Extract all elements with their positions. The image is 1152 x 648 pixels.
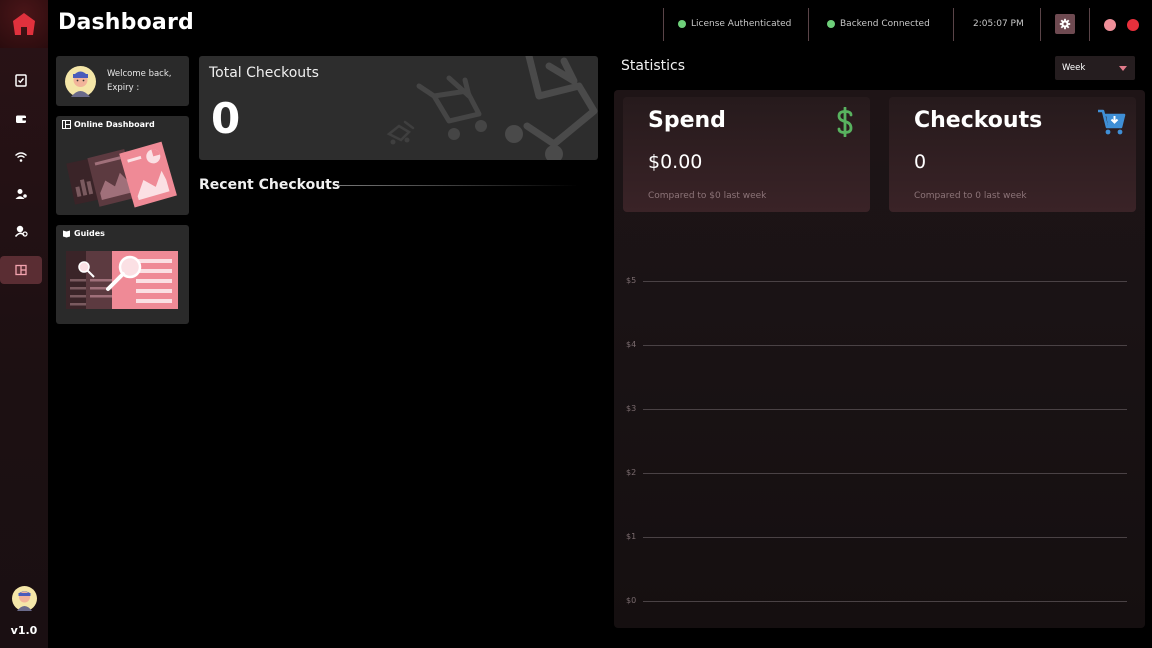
spend-card: Spend $0.00 Compared to $0 last week <box>623 97 870 212</box>
magnifier-document-icon <box>66 251 178 309</box>
sidebar-item-proxies[interactable] <box>0 143 42 171</box>
clock: 2:05:07 PM <box>973 19 1024 29</box>
total-checkouts-card: Total Checkouts 0 <box>199 56 598 160</box>
dollar-icon <box>837 107 853 137</box>
license-status: License Authenticated <box>678 19 791 29</box>
header-divider <box>808 8 809 41</box>
cart-download-icon <box>1098 109 1126 135</box>
expiry-text: Expiry : <box>107 83 140 93</box>
book-icon <box>63 230 70 238</box>
header-divider <box>953 8 954 41</box>
sidebar-item-dashboard[interactable] <box>0 256 42 284</box>
total-checkouts-count: 0 <box>211 94 241 143</box>
license-status-text: License Authenticated <box>691 19 792 29</box>
guides-card[interactable]: Guides <box>56 225 189 324</box>
avatar[interactable] <box>12 586 37 611</box>
spend-comparison: Compared to $0 last week <box>648 191 767 201</box>
checkouts-label: Checkouts <box>914 108 1043 133</box>
cart-background-icon <box>386 56 598 160</box>
close-button[interactable] <box>1127 19 1139 31</box>
welcome-text: Welcome back, <box>107 69 172 79</box>
report-illustration-icon <box>66 141 177 208</box>
status-dot-icon <box>678 20 686 28</box>
grid-line <box>643 409 1127 410</box>
page-title: Dashboard <box>58 10 194 35</box>
header-divider <box>1040 8 1041 41</box>
spend-label: Spend <box>648 108 726 133</box>
guides-label: Guides <box>74 229 105 238</box>
online-dashboard-card[interactable]: Online Dashboard <box>56 116 189 215</box>
users-icon <box>15 189 27 199</box>
section-divider <box>338 185 578 186</box>
online-dashboard-label: Online Dashboard <box>74 120 155 129</box>
period-select[interactable]: Week <box>1055 56 1135 80</box>
spend-value: $0.00 <box>648 151 703 173</box>
y-tick-label: $3 <box>626 404 637 413</box>
grid-line <box>643 537 1127 538</box>
header-divider <box>1089 8 1090 41</box>
y-tick-label: $0 <box>626 596 637 605</box>
avatar <box>65 66 96 97</box>
backend-status-text: Backend Connected <box>840 19 930 29</box>
caret-down-icon <box>1119 66 1127 71</box>
recent-checkouts-title: Recent Checkouts <box>199 177 341 193</box>
dashboard-icon <box>62 120 71 129</box>
grid-line <box>643 345 1127 346</box>
wifi-icon <box>15 152 27 162</box>
sidebar-item-profiles[interactable] <box>0 180 42 208</box>
grid-line <box>643 473 1127 474</box>
period-select-value: Week <box>1062 63 1086 73</box>
app-logo-icon <box>13 13 35 35</box>
status-dot-icon <box>827 20 835 28</box>
checkouts-comparison: Compared to 0 last week <box>914 191 1027 201</box>
sidebar: v1.0 <box>0 0 48 648</box>
user-settings-icon <box>14 225 28 238</box>
checkouts-card: Checkouts 0 Compared to 0 last week <box>889 97 1136 212</box>
sidebar-item-wallet[interactable] <box>0 105 42 133</box>
y-tick-label: $4 <box>626 340 637 349</box>
clipboard-check-icon <box>15 74 27 87</box>
grid-line <box>643 281 1127 282</box>
version-label: v1.0 <box>10 624 38 637</box>
checkouts-value: 0 <box>914 151 927 173</box>
y-tick-label: $2 <box>626 468 637 477</box>
sidebar-item-tasks[interactable] <box>0 66 42 94</box>
backend-status: Backend Connected <box>827 19 930 29</box>
gear-icon <box>1059 18 1071 30</box>
welcome-card: Welcome back, Expiry : <box>56 56 189 106</box>
wallet-icon <box>16 115 26 123</box>
y-tick-label: $5 <box>626 276 637 285</box>
header-divider <box>663 8 664 41</box>
dashboard-icon <box>15 264 27 276</box>
sidebar-item-accounts[interactable] <box>0 217 42 245</box>
minimize-button[interactable] <box>1104 19 1116 31</box>
settings-button[interactable] <box>1055 14 1075 34</box>
total-checkouts-title: Total Checkouts <box>209 65 319 81</box>
statistics-title: Statistics <box>621 58 685 74</box>
y-tick-label: $1 <box>626 532 637 541</box>
app-logo <box>0 0 48 48</box>
grid-line <box>643 601 1127 602</box>
